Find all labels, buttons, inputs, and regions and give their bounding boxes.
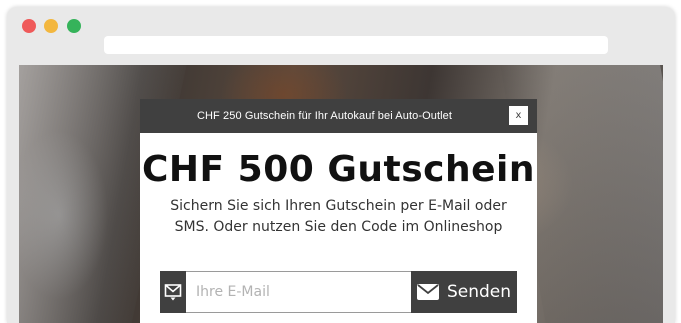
mail-icon	[160, 271, 186, 313]
email-input[interactable]	[186, 271, 411, 313]
browser-window: CHF 250 Gutschein für Ihr Autokauf bei A…	[7, 7, 675, 323]
minimize-window-dot[interactable]	[44, 19, 58, 33]
popup-subtitle-line-2: SMS. Oder nutzen Sie den Code im Onlines…	[174, 219, 503, 235]
close-button[interactable]: x	[509, 106, 528, 125]
popup-subtitle-line-1: Sichern Sie sich Ihren Gutschein per E-M…	[170, 198, 507, 214]
close-window-dot[interactable]	[22, 19, 36, 33]
voucher-popup: CHF 250 Gutschein für Ihr Autokauf bei A…	[140, 99, 537, 323]
popup-title: CHF 500 Gutschein	[141, 149, 536, 190]
envelope-icon	[416, 284, 439, 300]
popup-subtitle: Sichern Sie sich Ihren Gutschein per E-M…	[140, 196, 537, 238]
send-button[interactable]: Senden	[411, 271, 517, 313]
popup-header: CHF 250 Gutschein für Ihr Autokauf bei A…	[140, 99, 537, 133]
page-background-photo: CHF 250 Gutschein für Ihr Autokauf bei A…	[19, 65, 663, 323]
maximize-window-dot[interactable]	[67, 19, 81, 33]
send-button-label: Senden	[446, 282, 512, 302]
email-form: Senden	[160, 271, 517, 313]
popup-header-text: CHF 250 Gutschein für Ihr Autokauf bei A…	[196, 110, 453, 122]
address-bar[interactable]	[104, 36, 608, 54]
